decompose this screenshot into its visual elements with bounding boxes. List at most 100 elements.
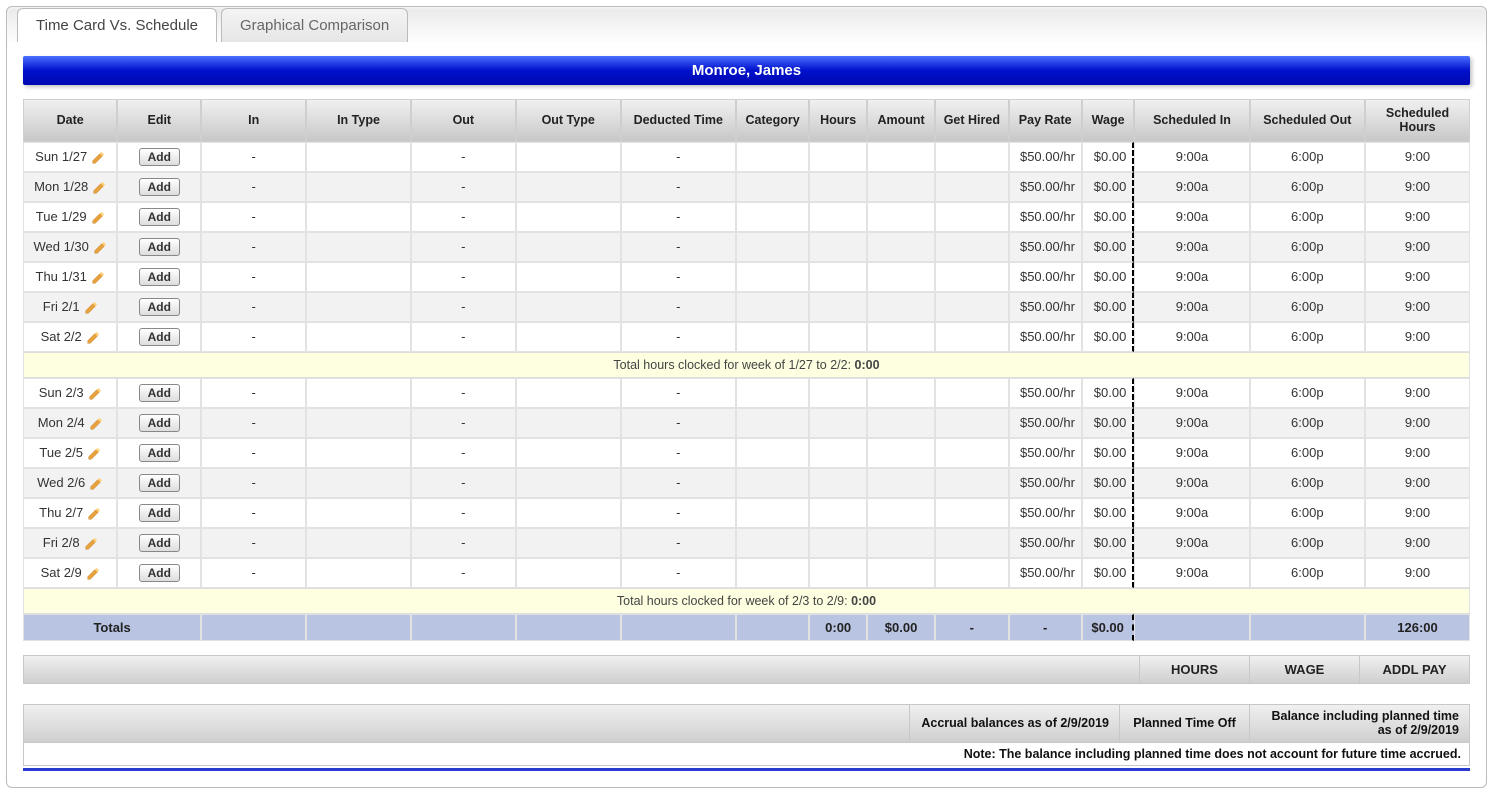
date-text: Tue 1/29 [36,209,87,224]
get-hired-cell [935,262,1008,292]
tab-graphical-comparison[interactable]: Graphical Comparison [221,8,408,42]
add-button[interactable]: Add [139,414,180,432]
get-hired-cell [935,558,1008,588]
header-row: Date Edit In In Type Out Out Type Deduct… [23,99,1470,142]
sched-out-cell: 6:00p [1250,378,1365,408]
add-button[interactable]: Add [139,298,180,316]
col-category: Category [736,99,809,142]
category-cell [736,232,809,262]
category-cell [736,142,809,172]
table-row: Mon 1/28Add---$50.00/hr$0.009:00a6:00p9:… [23,172,1470,202]
out-cell: - [411,498,516,528]
date-cell: Wed 1/30 [23,232,117,262]
out-cell: - [411,232,516,262]
pencil-icon[interactable] [87,447,101,461]
pencil-icon[interactable] [87,507,101,521]
add-button[interactable]: Add [139,178,180,196]
date-cell: Wed 2/6 [23,468,117,498]
in-type-cell [306,232,411,262]
hours-cell [809,322,867,352]
sched-in-cell: 9:00a [1134,378,1249,408]
add-button[interactable]: Add [139,504,180,522]
edit-cell: Add [117,498,201,528]
sched-out-cell: 6:00p [1250,558,1365,588]
deducted-cell: - [621,498,736,528]
out-type-cell [516,292,621,322]
table-row: Tue 1/29Add---$50.00/hr$0.009:00a6:00p9:… [23,202,1470,232]
table-row: Mon 2/4Add---$50.00/hr$0.009:00a6:00p9:0… [23,408,1470,438]
add-button[interactable]: Add [139,148,180,166]
pencil-icon[interactable] [84,301,98,315]
out-cell: - [411,528,516,558]
date-text: Tue 2/5 [39,445,83,460]
date-text: Sat 2/2 [41,329,82,344]
accrual-header: Accrual balances as of 2/9/2019 Planned … [23,704,1470,743]
edit-cell: Add [117,232,201,262]
deducted-cell: - [621,528,736,558]
table-row: Wed 2/6Add---$50.00/hr$0.009:00a6:00p9:0… [23,468,1470,498]
add-button[interactable]: Add [139,444,180,462]
get-hired-cell [935,468,1008,498]
pencil-icon[interactable] [92,181,106,195]
wage-cell: $0.00 [1082,408,1134,438]
pencil-icon[interactable] [91,151,105,165]
pencil-icon[interactable] [93,241,107,255]
add-button[interactable]: Add [139,328,180,346]
col-sched-in: Scheduled In [1134,99,1249,142]
add-button[interactable]: Add [139,474,180,492]
deducted-cell: - [621,232,736,262]
out-type-cell [516,322,621,352]
tab-timecard-vs-schedule[interactable]: Time Card Vs. Schedule [17,8,217,42]
hours-cell [809,142,867,172]
totals-label: Totals [23,614,201,641]
footer-addl-pay-label: ADDL PAY [1359,656,1469,683]
add-button[interactable]: Add [139,564,180,582]
add-button[interactable]: Add [139,384,180,402]
pencil-icon[interactable] [86,331,100,345]
table-row: Fri 2/1Add---$50.00/hr$0.009:00a6:00p9:0… [23,292,1470,322]
sched-in-cell: 9:00a [1134,292,1249,322]
pencil-icon[interactable] [86,567,100,581]
sched-hours-cell: 9:00 [1365,408,1470,438]
out-cell: - [411,262,516,292]
in-cell: - [201,172,306,202]
in-type-cell [306,498,411,528]
deducted-cell: - [621,322,736,352]
wage-cell: $0.00 [1082,498,1134,528]
col-edit: Edit [117,99,201,142]
edit-cell: Add [117,438,201,468]
sched-in-cell: 9:00a [1134,172,1249,202]
category-cell [736,202,809,232]
pencil-icon[interactable] [84,537,98,551]
pencil-icon[interactable] [89,477,103,491]
out-type-cell [516,528,621,558]
hours-cell [809,408,867,438]
get-hired-cell [935,202,1008,232]
edit-cell: Add [117,172,201,202]
pencil-icon[interactable] [91,211,105,225]
add-button[interactable]: Add [139,268,180,286]
in-cell: - [201,262,306,292]
in-type-cell [306,528,411,558]
out-cell: - [411,292,516,322]
timecard-table: Date Edit In In Type Out Out Type Deduct… [23,99,1470,641]
sched-in-cell: 9:00a [1134,438,1249,468]
date-cell: Thu 1/31 [23,262,117,292]
pencil-icon[interactable] [91,271,105,285]
out-type-cell [516,262,621,292]
deducted-cell: - [621,292,736,322]
wage-cell: $0.00 [1082,202,1134,232]
pencil-icon[interactable] [89,417,103,431]
sched-out-cell: 6:00p [1250,468,1365,498]
out-type-cell [516,468,621,498]
add-button[interactable]: Add [139,534,180,552]
hours-cell [809,262,867,292]
category-cell [736,262,809,292]
footer-spacer [24,656,1139,683]
col-amount: Amount [867,99,935,142]
get-hired-cell [935,142,1008,172]
sched-out-cell: 6:00p [1250,322,1365,352]
pencil-icon[interactable] [88,387,102,401]
add-button[interactable]: Add [139,208,180,226]
add-button[interactable]: Add [139,238,180,256]
